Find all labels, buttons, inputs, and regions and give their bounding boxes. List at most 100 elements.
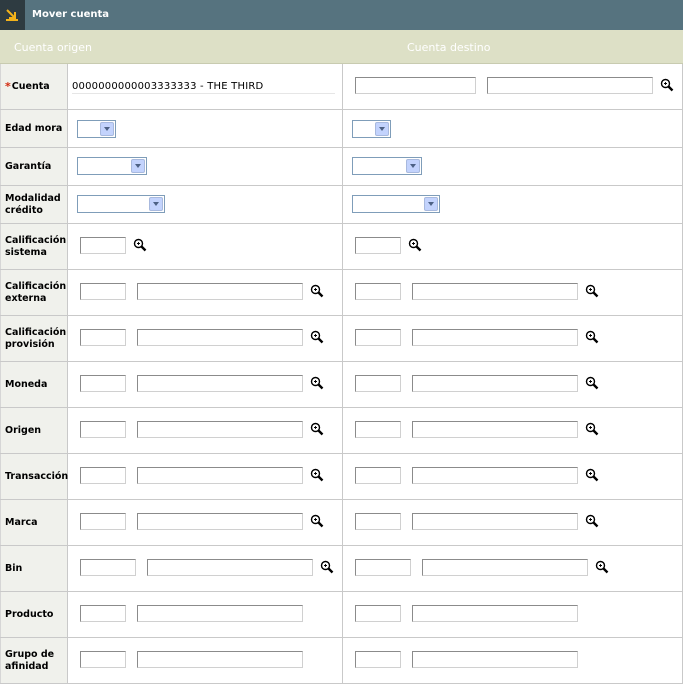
- origin-transaccion-code[interactable]: [80, 467, 126, 484]
- origin-marca-name[interactable]: [137, 513, 303, 530]
- dest-grupo-code[interactable]: [355, 651, 401, 668]
- chevron-down-icon: [424, 197, 438, 211]
- magnifier-icon[interactable]: [585, 422, 599, 436]
- magnifier-icon[interactable]: [660, 78, 674, 92]
- magnifier-icon[interactable]: [310, 422, 324, 436]
- row-producto: Producto: [0, 592, 683, 638]
- magnifier-icon[interactable]: [408, 238, 422, 252]
- dest-moneda-name[interactable]: [412, 375, 578, 392]
- label-bin: Bin: [0, 546, 68, 591]
- label-text: Origen: [5, 424, 42, 436]
- dest-moneda-code[interactable]: [355, 375, 401, 392]
- magnifier-icon[interactable]: [310, 330, 324, 344]
- magnifier-icon[interactable]: [320, 560, 334, 574]
- origin-origen-code[interactable]: [80, 421, 126, 438]
- dest-calif-externa-code[interactable]: [355, 283, 401, 300]
- label-producto: Producto: [0, 592, 68, 637]
- dest-producto-code[interactable]: [355, 605, 401, 622]
- origin-calif-provision-code[interactable]: [80, 329, 126, 346]
- row-transaccion: Transacción: [0, 454, 683, 500]
- label-text: Marca: [5, 516, 38, 528]
- label-text: Cuenta: [11, 80, 50, 92]
- origin-calif-sistema-input[interactable]: [80, 237, 126, 254]
- origin-modalidad-select[interactable]: [77, 195, 165, 213]
- origin-cuenta-value: 0000000000003333333 - THE THIRD: [72, 81, 264, 92]
- label-text: Grupo de afinidad: [5, 648, 55, 672]
- dest-transaccion-code[interactable]: [355, 467, 401, 484]
- dest-calif-sistema-input[interactable]: [355, 237, 401, 254]
- dest-modalidad-select[interactable]: [352, 195, 440, 213]
- dest-transaccion-name[interactable]: [412, 467, 578, 484]
- origin-moneda-name[interactable]: [137, 375, 303, 392]
- magnifier-icon[interactable]: [310, 376, 324, 390]
- row-edad-mora: Edad mora: [0, 110, 683, 148]
- magnifier-icon[interactable]: [310, 284, 324, 298]
- underline: [72, 93, 335, 94]
- dest-origen-name[interactable]: [412, 421, 578, 438]
- magnifier-icon[interactable]: [585, 376, 599, 390]
- label-text: Moneda: [5, 378, 48, 390]
- label-transaccion: Transacción: [0, 454, 68, 499]
- dest-calif-externa-name[interactable]: [412, 283, 578, 300]
- label-calif-sistema: Calificación sistema: [0, 224, 68, 269]
- magnifier-icon[interactable]: [595, 560, 609, 574]
- dest-garantia-select[interactable]: [352, 157, 422, 175]
- label-text: Modalidad crédito: [5, 192, 61, 216]
- magnifier-icon[interactable]: [310, 514, 324, 528]
- origin-moneda-code[interactable]: [80, 375, 126, 392]
- label-modalidad: Modalidad crédito: [0, 186, 68, 223]
- label-origen: Origen: [0, 408, 68, 453]
- dest-marca-name[interactable]: [412, 513, 578, 530]
- origin-calif-externa-code[interactable]: [80, 283, 126, 300]
- magnifier-icon[interactable]: [585, 468, 599, 482]
- chevron-down-icon: [131, 159, 145, 173]
- move-arrow-icon: [0, 0, 25, 30]
- origin-column-title: Cuenta origen: [14, 41, 92, 54]
- origin-grupo-name[interactable]: [137, 651, 303, 668]
- dest-grupo-name[interactable]: [412, 651, 578, 668]
- dest-origen-code[interactable]: [355, 421, 401, 438]
- label-text: Calificación sistema: [5, 234, 67, 258]
- magnifier-icon[interactable]: [585, 514, 599, 528]
- origin-bin-name[interactable]: [147, 559, 313, 576]
- dest-edad-mora-select[interactable]: [352, 120, 391, 138]
- label-text: Bin: [5, 562, 23, 574]
- origin-origen-name[interactable]: [137, 421, 303, 438]
- chevron-down-icon: [406, 159, 420, 173]
- origin-calif-provision-name[interactable]: [137, 329, 303, 346]
- label-text: Edad mora: [5, 122, 63, 134]
- row-moneda: Moneda: [0, 362, 683, 408]
- dest-producto-name[interactable]: [412, 605, 578, 622]
- dest-calif-provision-code[interactable]: [355, 329, 401, 346]
- origin-marca-code[interactable]: [80, 513, 126, 530]
- magnifier-icon[interactable]: [585, 284, 599, 298]
- magnifier-icon[interactable]: [133, 238, 147, 252]
- label-text: Producto: [5, 608, 54, 620]
- magnifier-icon[interactable]: [585, 330, 599, 344]
- origin-edad-mora-select[interactable]: [77, 120, 116, 138]
- destination-column-title: Cuenta destino: [407, 41, 491, 54]
- origin-transaccion-name[interactable]: [137, 467, 303, 484]
- origin-calif-externa-name[interactable]: [137, 283, 303, 300]
- dest-bin-name[interactable]: [422, 559, 588, 576]
- dest-cuenta-code-input[interactable]: [355, 77, 476, 94]
- label-marca: Marca: [0, 500, 68, 545]
- row-origen: Origen: [0, 408, 683, 454]
- magnifier-icon[interactable]: [310, 468, 324, 482]
- origin-grupo-code[interactable]: [80, 651, 126, 668]
- dest-marca-code[interactable]: [355, 513, 401, 530]
- origin-producto-code[interactable]: [80, 605, 126, 622]
- origin-garantia-select[interactable]: [77, 157, 147, 175]
- label-edad-mora: Edad mora: [0, 110, 68, 147]
- window-titlebar: Mover cuenta: [0, 0, 683, 30]
- label-text: Garantía: [5, 160, 52, 172]
- origin-producto-name[interactable]: [137, 605, 303, 622]
- dest-bin-code[interactable]: [355, 559, 411, 576]
- label-cuenta: * Cuenta: [0, 64, 68, 109]
- origin-bin-code[interactable]: [80, 559, 136, 576]
- dest-cuenta-name-input[interactable]: [487, 77, 653, 94]
- chevron-down-icon: [100, 122, 114, 136]
- label-grupo-afinidad: Grupo de afinidad: [0, 638, 68, 683]
- dest-calif-provision-name[interactable]: [412, 329, 578, 346]
- row-bin: Bin: [0, 546, 683, 592]
